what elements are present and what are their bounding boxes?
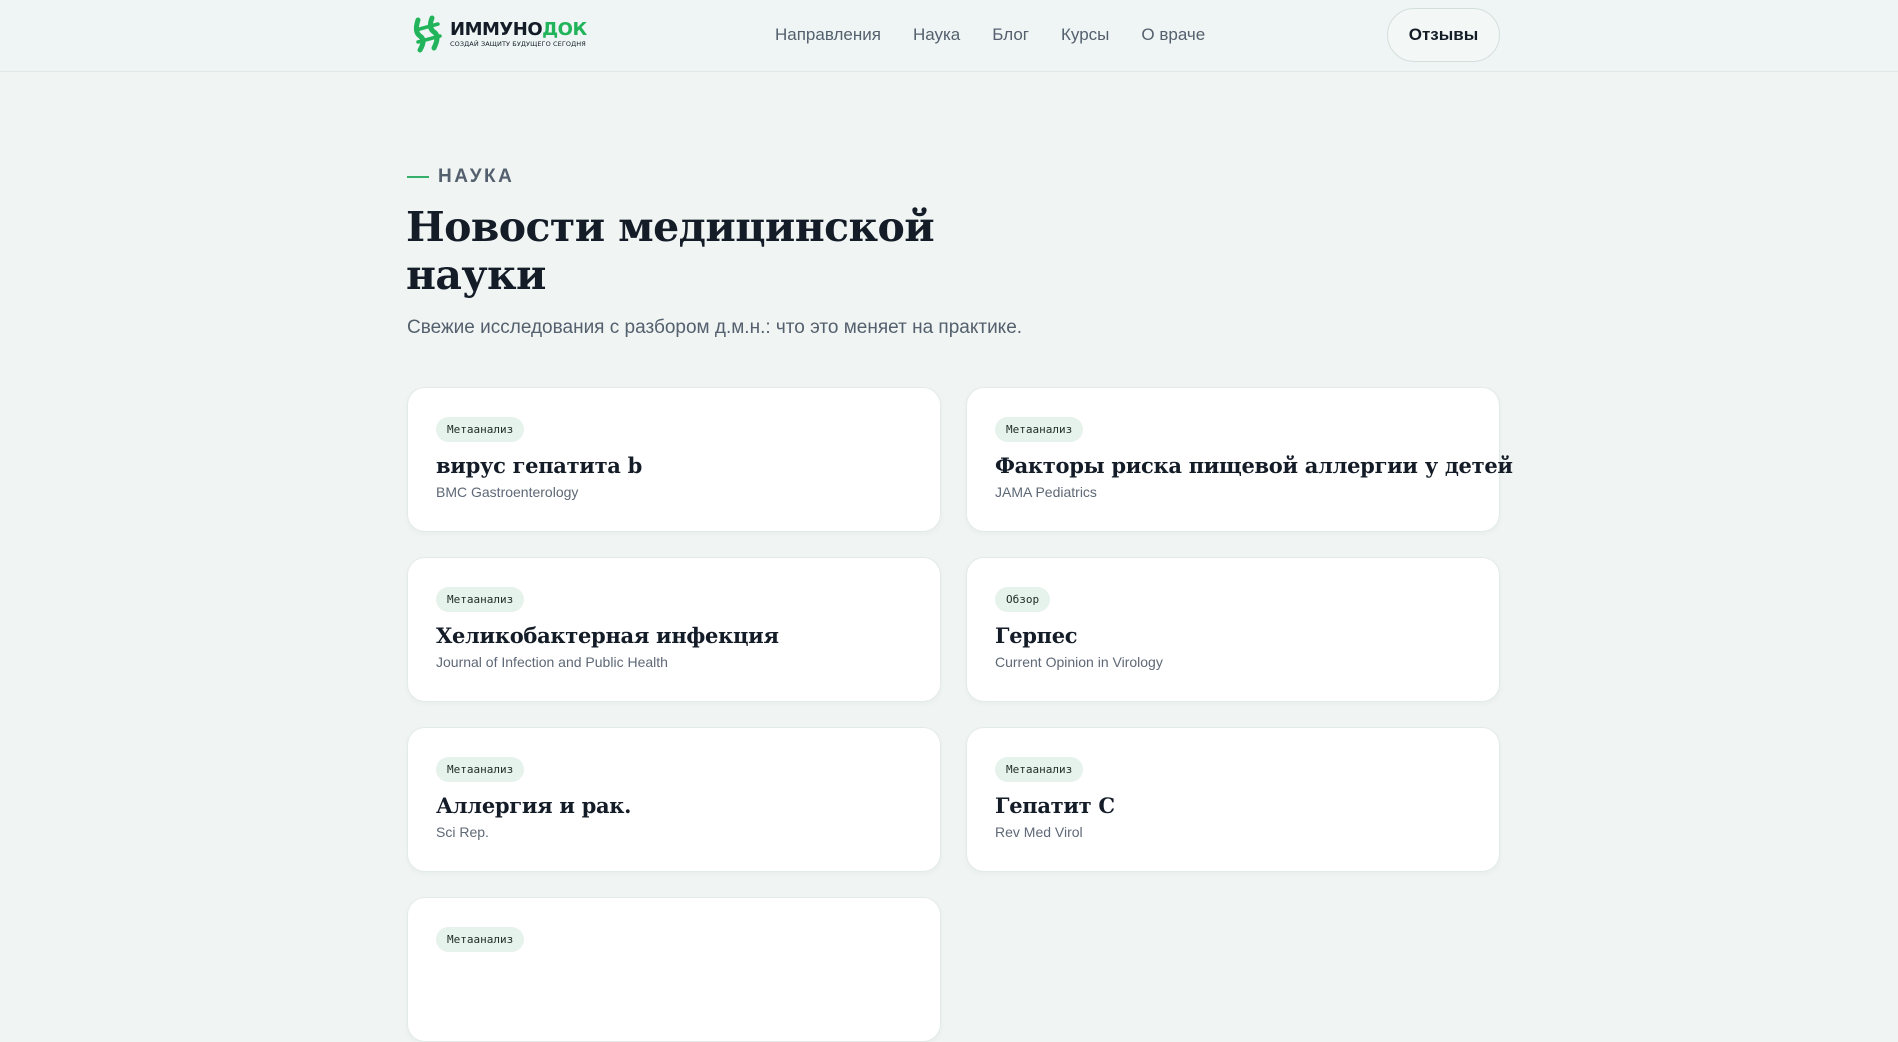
site-header: ИММУНОДОК СОЗДАЙ ЗАЩИТУ БУДУЩЕГО СЕГОДНЯ… [0,0,1898,72]
page-subtitle: Свежие исследования с разбором д.м.н.: ч… [407,317,1023,338]
article-title: Герпес [995,623,1078,648]
articles-grid: Метаанализ вирус гепатита b BMC Gastroen… [407,387,1513,1042]
article-source: JAMA Pediatrics [995,484,1097,500]
article-card[interactable]: Метаанализ вирус гепатита b BMC Gastroen… [407,387,941,532]
nav-link-blog[interactable]: Блог [992,22,1029,48]
section-eyebrow: НАУКА [407,164,514,190]
main-nav: Направления Наука Блог Курсы О враче [775,22,1205,48]
article-source: Sci Rep. [436,824,489,840]
logo-name: ИММУНОДОК [450,18,587,40]
page-title: Новости медицинской науки [406,203,935,299]
article-type-badge: Обзор [995,587,1051,612]
article-title: Гепатит C [995,793,1115,818]
article-source: BMC Gastroenterology [436,484,579,500]
article-source: Rev Med Virol [995,824,1083,840]
article-card[interactable]: Метаанализ Аллергия и рак. Sci Rep. [407,727,941,872]
nav-link-about-doctor[interactable]: О враче [1141,22,1205,48]
logo-mark-icon [413,15,442,53]
nav-link-courses[interactable]: Курсы [1061,22,1109,48]
eyebrow-label: НАУКА [438,166,515,187]
eyebrow-divider [407,176,429,178]
reviews-button[interactable]: Отзывы [1387,8,1500,62]
nav-link-science[interactable]: Наука [913,22,960,48]
article-title: вирус гепатита b [436,453,642,478]
logo-tagline: СОЗДАЙ ЗАЩИТУ БУДУЩЕГО СЕГОДНЯ [450,39,586,48]
article-card[interactable]: Обзор Герпес Current Opinion in Virology [966,557,1500,702]
article-type-badge: Метаанализ [995,417,1084,442]
article-card[interactable]: Метаанализ Гепатит C Rev Med Virol [966,727,1500,872]
article-card[interactable]: Метаанализ Факторы риска пищевой аллерги… [966,387,1513,532]
article-title: Хеликобактерная инфекция [436,623,779,648]
article-type-badge: Метаанализ [436,587,525,612]
article-type-badge: Метаанализ [436,417,525,442]
article-type-badge: Метаанализ [436,757,525,782]
logo[interactable]: ИММУНОДОК СОЗДАЙ ЗАЩИТУ БУДУЩЕГО СЕГОДНЯ [410,14,587,54]
article-source: Journal of Infection and Public Health [436,654,668,670]
article-type-badge: Метаанализ [436,927,525,952]
article-source: Current Opinion in Virology [995,654,1163,670]
article-card[interactable]: Метаанализ Хеликобактерная инфекция Jour… [407,557,941,702]
article-title: Факторы риска пищевой аллергии у детей [995,453,1513,478]
article-title: Аллергия и рак. [436,793,632,818]
nav-link-directions[interactable]: Направления [775,22,881,48]
article-card[interactable]: Метаанализ [407,897,941,1042]
article-type-badge: Метаанализ [995,757,1084,782]
